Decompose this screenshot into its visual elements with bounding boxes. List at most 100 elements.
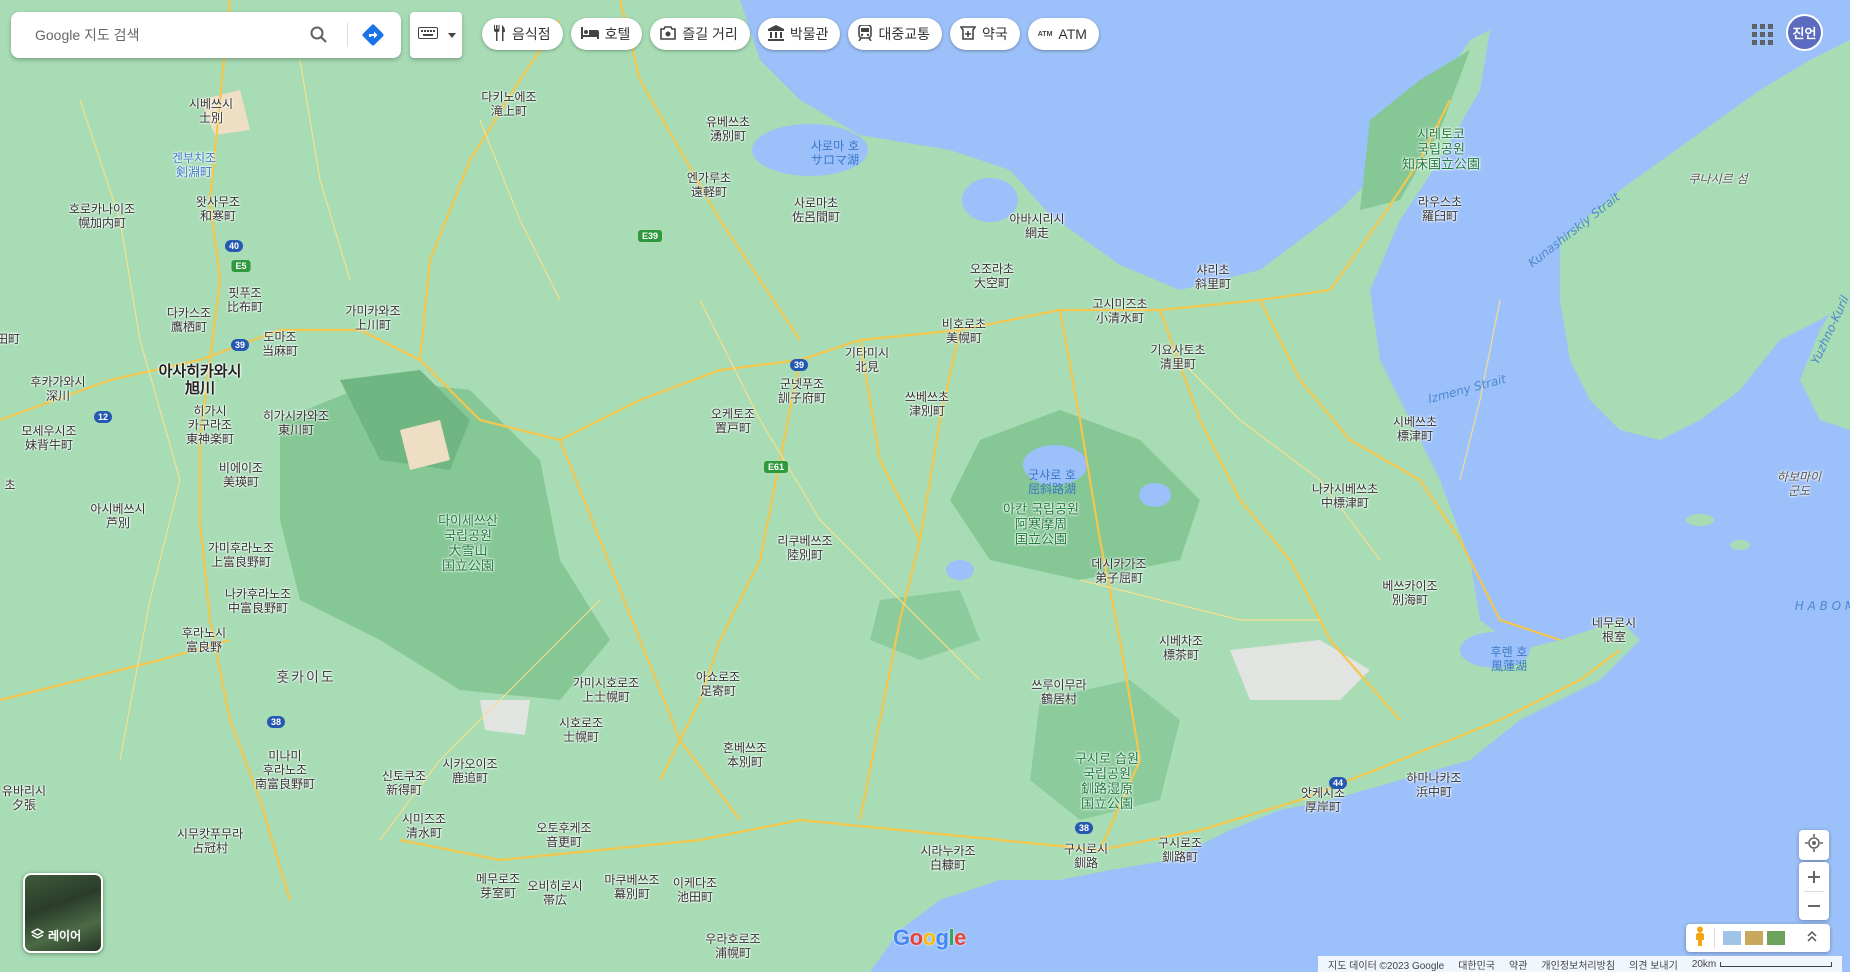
label-furano[interactable]: 후라노시 富良野 <box>182 626 226 654</box>
zoom-in-button[interactable] <box>1807 863 1821 891</box>
label-makubetsu[interactable]: 마쿠베쓰조 幕別町 <box>604 873 659 901</box>
label-memuro[interactable]: 메무로조 芽室町 <box>476 872 520 900</box>
label-otofuke[interactable]: 오토후케조 音更町 <box>536 821 591 849</box>
keyboard-input-button[interactable] <box>410 12 462 58</box>
account-avatar[interactable]: 진언 <box>1788 16 1821 49</box>
terms-link[interactable]: 약관 <box>1509 957 1527 972</box>
label-teshikaga[interactable]: 데시카가조 弟子屈町 <box>1091 557 1146 585</box>
label-biei[interactable]: 비에이조 美瑛町 <box>219 461 263 489</box>
label-engaru[interactable]: 엔가루초 遠軽町 <box>687 171 731 199</box>
label-bihoro[interactable]: 비호로초 美幌町 <box>942 317 986 345</box>
label-rikubetsu[interactable]: 리쿠베쓰조 陸別町 <box>777 534 832 562</box>
label-tsurui[interactable]: 쓰루이무라 鶴居村 <box>1031 678 1086 706</box>
label-ashoro[interactable]: 아쇼로조 足寄町 <box>696 670 740 698</box>
label-habo[interactable]: H A B O M <box>1795 599 1850 613</box>
chip-museums[interactable]: 박물관 <box>757 18 841 50</box>
label-shibetsu-town[interactable]: 시베쓰초 標津町 <box>1393 415 1437 443</box>
label-shimizu[interactable]: 시미즈조 清水町 <box>402 812 446 840</box>
label-koshimizu[interactable]: 고시미즈초 小清水町 <box>1092 297 1147 325</box>
search-icon[interactable] <box>307 23 331 47</box>
label-pippu[interactable]: 핏푸조 比布町 <box>227 286 263 314</box>
label-kamishihoro[interactable]: 가미시호로조 上士幌町 <box>573 676 639 704</box>
label-lake-furen[interactable]: 후렌 호 風蓮湖 <box>1491 645 1528 673</box>
label-kushiro-city[interactable]: 구시로시 釧路 <box>1064 842 1108 870</box>
label-obihiro[interactable]: 오비히로시 帯広 <box>527 879 582 907</box>
label-shibecha[interactable]: 시베차조 標茶町 <box>1159 634 1203 662</box>
label-nakafurano[interactable]: 나카후라노조 中富良野町 <box>225 587 291 615</box>
label-takasu[interactable]: 다카스조 鷹栖町 <box>167 306 211 334</box>
feedback-link[interactable]: 의견 보내기 <box>1629 957 1678 972</box>
label-fukagawa[interactable]: 후카가와시 深川 <box>30 375 85 403</box>
label-takinoue[interactable]: 다키노에조 滝上町 <box>481 90 536 118</box>
street-view-pegman-icon[interactable] <box>1694 926 1706 951</box>
my-location-button[interactable] <box>1799 830 1829 860</box>
chip-transit[interactable]: 대중교통 <box>848 18 942 50</box>
label-shikaoi[interactable]: 시카오이조 鹿追町 <box>442 757 497 785</box>
label-shiretoko-park[interactable]: 시레토코 국립공원 知床国立公園 <box>1402 128 1480 173</box>
layers-button[interactable]: 레이어 <box>23 873 103 953</box>
label-horokanai[interactable]: 호로카나이조 幌加内町 <box>69 202 135 230</box>
label-higashikagura[interactable]: 히가시 카구라조 東神楽町 <box>186 404 234 446</box>
label-shintoku[interactable]: 신토쿠조 新得町 <box>382 769 426 797</box>
label-hokkaido[interactable]: 홋카이도 <box>276 671 336 685</box>
chip-hotels[interactable]: 호텔 <box>570 18 643 50</box>
label-edge-1[interactable]: 田町 <box>0 332 20 346</box>
satellite-layer-thumbnail[interactable] <box>1767 931 1785 945</box>
zoom-out-button[interactable] <box>1807 892 1821 920</box>
label-edge-2[interactable]: 초 <box>4 478 15 492</box>
label-akkeshi[interactable]: 앗케시조 厚岸町 <box>1301 786 1345 814</box>
label-saroma-town[interactable]: 사로마초 佐呂間町 <box>792 196 840 224</box>
chip-atm[interactable]: ATM ATM <box>1027 18 1099 50</box>
label-yubetsu[interactable]: 유베쓰초 湧別町 <box>706 115 750 143</box>
label-moseushi[interactable]: 모세우시조 妹背牛町 <box>21 424 76 452</box>
label-kenbuchi[interactable]: 겐부치조 剣淵町 <box>172 151 216 179</box>
privacy-link[interactable]: 개인정보처리방침 <box>1541 957 1615 972</box>
chevron-up-icon[interactable] <box>1807 929 1817 947</box>
label-abashiri[interactable]: 아바시리시 網走 <box>1009 212 1064 240</box>
label-kiyosato[interactable]: 기요사토초 清里町 <box>1150 343 1205 371</box>
label-daisetsuzan-park[interactable]: 다이세쓰산 국립공원 大雪山 国立公園 <box>438 514 498 574</box>
transit-layer-thumbnail[interactable] <box>1723 931 1741 945</box>
chip-restaurants[interactable]: 음식점 <box>482 18 563 50</box>
label-shihoro[interactable]: 시호로조 士幌町 <box>559 716 603 744</box>
label-ozora[interactable]: 오조라초 大空町 <box>970 262 1014 290</box>
map-canvas[interactable] <box>0 0 1850 972</box>
label-minamifurano[interactable]: 미나미 후라노조 南富良野町 <box>255 749 315 791</box>
label-kitami[interactable]: 기타미시 北見 <box>845 346 889 374</box>
apps-grid-icon[interactable] <box>1748 20 1776 48</box>
label-kamifurano[interactable]: 가미후라노조 上富良野町 <box>208 541 274 569</box>
label-rausu[interactable]: 라우스초 羅臼町 <box>1418 195 1462 223</box>
label-urahoro[interactable]: 우라호로조 浦幌町 <box>705 932 760 960</box>
label-shibetsu-city[interactable]: 시베쓰시 士別 <box>189 97 233 125</box>
terrain-layer-thumbnail[interactable] <box>1745 931 1763 945</box>
label-nemuro[interactable]: 네무로시 根室 <box>1592 616 1636 644</box>
country-link[interactable]: 대한민국 <box>1458 957 1495 972</box>
label-honbetsu[interactable]: 혼베쓰조 本別町 <box>723 741 767 769</box>
label-shimukappu[interactable]: 시무캇푸무라 占冠村 <box>177 827 243 855</box>
search-input[interactable] <box>33 26 297 44</box>
label-kushiro-park[interactable]: 구시로 습원 국립공원 釧路湿原 国立公園 <box>1075 752 1139 812</box>
label-asahikawa[interactable]: 아사히카와시 旭川 <box>159 363 242 397</box>
label-shari[interactable]: 샤리초 斜里町 <box>1195 263 1231 291</box>
label-oketo[interactable]: 오케토조 置戸町 <box>711 407 755 435</box>
label-tsubetsu[interactable]: 쓰베쓰초 津別町 <box>905 390 949 418</box>
label-ikeda[interactable]: 이케다조 池田町 <box>673 876 717 904</box>
label-lake-kussharo[interactable]: 굿샤로 호 屈斜路湖 <box>1028 468 1076 496</box>
label-higashikawa[interactable]: 히가시카와조 東川町 <box>263 409 329 437</box>
label-betsukai[interactable]: 베쓰카이조 別海町 <box>1382 579 1437 607</box>
label-akan-park[interactable]: 아칸 국립공원 阿寒摩周 国立公園 <box>1003 503 1079 548</box>
chip-pharmacy[interactable]: 약국 <box>950 18 1020 50</box>
label-kushiro-town[interactable]: 구시로조 釧路町 <box>1158 836 1202 864</box>
label-habomai[interactable]: 하보마이 군도 <box>1777 470 1821 498</box>
chip-things-to-do[interactable]: 즐길 거리 <box>650 18 750 50</box>
label-kunashiri-island[interactable]: 쿠나시르 섬 <box>1688 172 1747 186</box>
label-kamikawa[interactable]: 가미카와조 上川町 <box>345 304 400 332</box>
scale-bar[interactable]: 20km <box>1692 959 1833 970</box>
label-lake-saroma[interactable]: 사로마 호 サロマ湖 <box>811 139 859 167</box>
label-shiranuka[interactable]: 시라누카조 白糠町 <box>920 844 975 872</box>
label-kunneppu[interactable]: 군넷푸조 訓子府町 <box>778 377 826 405</box>
label-ashibetsu[interactable]: 아시베쓰시 芦別 <box>90 502 145 530</box>
chevron-down-icon[interactable] <box>448 26 456 44</box>
label-wassamu[interactable]: 왓사무조 和寒町 <box>196 195 240 223</box>
label-touma[interactable]: 도마조 当麻町 <box>262 330 298 358</box>
